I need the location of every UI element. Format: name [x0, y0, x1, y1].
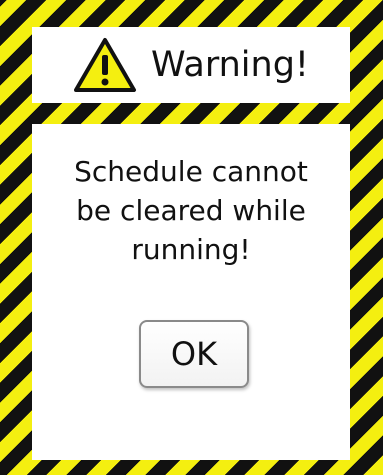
- message-line: Schedule cannot: [74, 155, 308, 188]
- message-line: running!: [131, 233, 251, 266]
- message-line: be cleared while: [76, 194, 306, 227]
- dialog-message: Schedule cannot be cleared while running…: [32, 152, 350, 269]
- dialog-header: Warning!: [32, 27, 350, 103]
- warning-triangle-icon: [74, 38, 137, 92]
- ok-button[interactable]: OK: [139, 320, 249, 388]
- dialog-title: Warning!: [151, 45, 309, 85]
- warning-dialog: Warning! Schedule cannot be cleared whil…: [0, 0, 383, 475]
- dialog-body: Schedule cannot be cleared while running…: [32, 124, 350, 460]
